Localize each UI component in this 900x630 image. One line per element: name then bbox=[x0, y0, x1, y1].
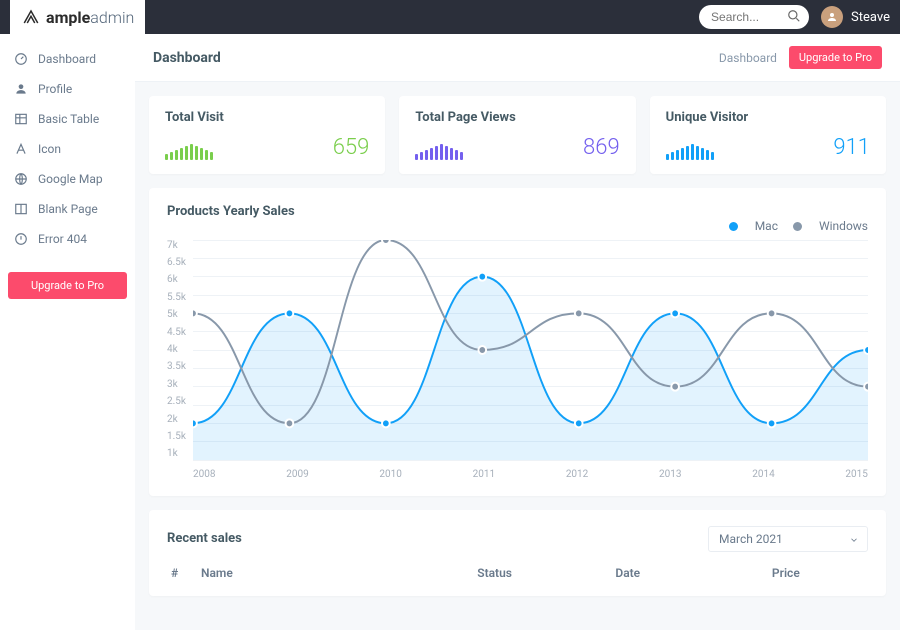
sidebar-item-label: Blank Page bbox=[38, 202, 98, 216]
col-index: # bbox=[171, 566, 201, 580]
col-name: Name bbox=[201, 566, 477, 580]
sidebar-item-label: Profile bbox=[38, 82, 72, 96]
logo-icon bbox=[22, 8, 40, 26]
brand-light: admin bbox=[90, 8, 134, 27]
recent-sales-panel: Recent sales March 2021 # Name Status Da… bbox=[149, 510, 886, 596]
page-header: Dashboard Dashboard Upgrade to Pro bbox=[135, 34, 900, 82]
table-header: # Name Status Date Price bbox=[167, 552, 868, 580]
sidebar-item-label: Error 404 bbox=[38, 232, 87, 246]
table-icon bbox=[14, 112, 28, 126]
stat-cards: Total Visit 659 Total Page Views 869 Unique … bbox=[135, 82, 900, 174]
stat-title: Unique Visitor bbox=[666, 110, 870, 125]
sidebar-item-dashboard[interactable]: Dashboard bbox=[0, 44, 135, 74]
sidebar-item-google-map[interactable]: Google Map bbox=[0, 164, 135, 194]
sidebar-item-label: Google Map bbox=[38, 172, 103, 186]
user-menu[interactable]: Steave bbox=[821, 6, 890, 28]
stat-title: Total Visit bbox=[165, 110, 369, 125]
month-select[interactable]: March 2021 bbox=[708, 526, 868, 552]
sidebar-item-label: Icon bbox=[38, 142, 61, 156]
sidebar-item-error-404[interactable]: Error 404 bbox=[0, 224, 135, 254]
stat-card-2: Unique Visitor 911 bbox=[650, 96, 886, 174]
stat-title: Total Page Views bbox=[415, 110, 619, 125]
columns-icon bbox=[14, 202, 28, 216]
recent-sales-title: Recent sales bbox=[167, 531, 242, 546]
sidebar-item-label: Basic Table bbox=[38, 112, 99, 126]
stat-card-0: Total Visit 659 bbox=[149, 96, 385, 174]
main: Dashboard Dashboard Upgrade to Pro Total… bbox=[135, 34, 900, 630]
page-title: Dashboard bbox=[153, 50, 221, 66]
legend-windows: Windows bbox=[793, 219, 868, 233]
search bbox=[699, 5, 809, 29]
chart: 7k6.5k6k5.5k5k4.5k4k3.5k3k2.5k2k1.5k1k 2… bbox=[167, 240, 868, 480]
brand-bold: ample bbox=[46, 8, 90, 27]
user-name: Steave bbox=[851, 10, 890, 25]
search-icon[interactable] bbox=[787, 9, 801, 27]
brand[interactable]: ampleadmin bbox=[10, 0, 145, 34]
chart-legend: Mac Windows bbox=[167, 219, 868, 234]
alert-icon bbox=[14, 232, 28, 246]
user-icon bbox=[14, 82, 28, 96]
sidebar-item-blank-page[interactable]: Blank Page bbox=[0, 194, 135, 224]
avatar bbox=[821, 6, 843, 28]
chevron-down-icon bbox=[849, 534, 859, 548]
sidebar-upgrade-button[interactable]: Upgrade to Pro bbox=[8, 272, 127, 299]
sparkline-icon bbox=[415, 138, 463, 160]
globe-icon bbox=[14, 172, 28, 186]
col-status: Status bbox=[477, 566, 615, 580]
sparkline-icon bbox=[666, 138, 714, 160]
gauge-icon bbox=[14, 52, 28, 66]
sidebar-item-basic-table[interactable]: Basic Table bbox=[0, 104, 135, 134]
letter-a-icon bbox=[14, 142, 28, 156]
breadcrumb[interactable]: Dashboard bbox=[719, 51, 777, 65]
sales-chart-panel: Products Yearly Sales Mac Windows 7k6.5k… bbox=[149, 188, 886, 496]
col-price: Price bbox=[772, 566, 864, 580]
sidebar-item-label: Dashboard bbox=[38, 52, 96, 66]
header-upgrade-button[interactable]: Upgrade to Pro bbox=[789, 46, 882, 69]
sidebar: Dashboard Profile Basic Table Icon Google Ma… bbox=[0, 34, 135, 630]
stat-value: 659 bbox=[333, 135, 370, 160]
stat-card-1: Total Page Views 869 bbox=[399, 96, 635, 174]
legend-mac: Mac bbox=[729, 219, 778, 233]
sales-chart-title: Products Yearly Sales bbox=[167, 204, 868, 219]
sidebar-item-profile[interactable]: Profile bbox=[0, 74, 135, 104]
stat-value: 911 bbox=[833, 135, 870, 160]
stat-value: 869 bbox=[583, 135, 620, 160]
topbar: ampleadmin Steave bbox=[0, 0, 900, 34]
sidebar-item-icon[interactable]: Icon bbox=[0, 134, 135, 164]
sparkline-icon bbox=[165, 138, 213, 160]
col-date: Date bbox=[615, 566, 772, 580]
